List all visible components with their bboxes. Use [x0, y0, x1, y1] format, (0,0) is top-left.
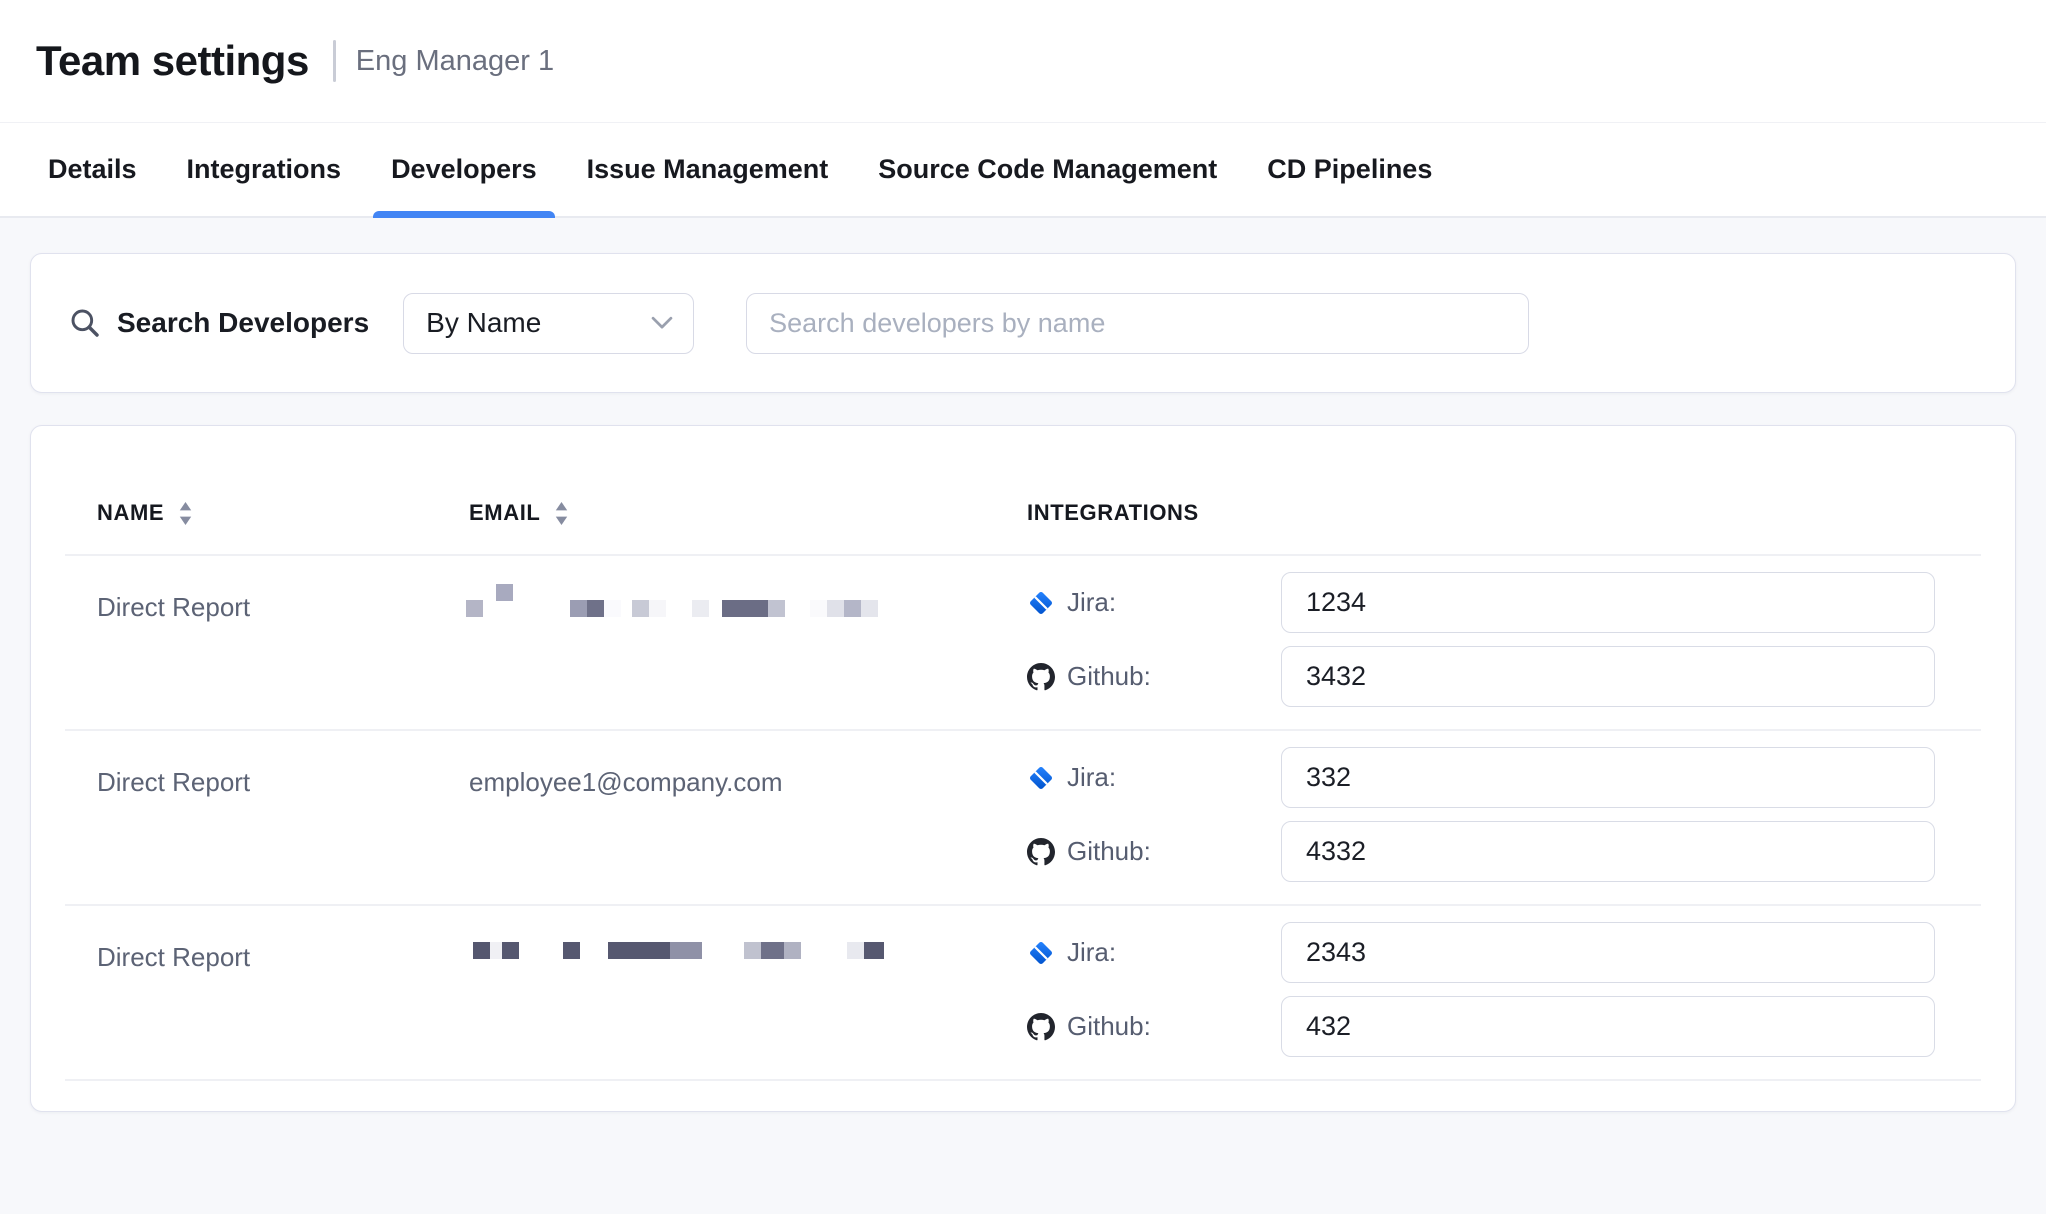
search-icon: [69, 307, 101, 339]
top-bar: Team settings Eng Manager 1 Details Inte…: [0, 0, 2046, 218]
jira-label: Jira:: [1027, 762, 1281, 793]
github-label-text: Github:: [1067, 836, 1151, 867]
tab-developers[interactable]: Developers: [373, 123, 555, 216]
tab-issue-management[interactable]: Issue Management: [569, 123, 847, 216]
developer-email: employee1@company.com: [469, 747, 1027, 882]
name-header-label: NAME: [97, 500, 164, 526]
search-developers-label: Search Developers: [69, 307, 369, 339]
github-icon: [1027, 663, 1055, 691]
github-id-input[interactable]: [1281, 821, 1935, 882]
search-input[interactable]: [746, 293, 1529, 354]
sort-icon[interactable]: [178, 501, 193, 526]
jira-icon: [1027, 939, 1055, 967]
tab-cd-pipelines[interactable]: CD Pipelines: [1249, 123, 1450, 216]
github-integration-row: Github:: [1027, 821, 1935, 882]
filter-select[interactable]: By Name: [403, 293, 694, 354]
github-icon: [1027, 838, 1055, 866]
tab-integrations[interactable]: Integrations: [169, 123, 360, 216]
jira-icon: [1027, 764, 1055, 792]
chevron-down-icon: [651, 316, 673, 330]
jira-integration-row: Jira:: [1027, 922, 1935, 983]
github-label: Github:: [1027, 836, 1281, 867]
column-header-email: EMAIL: [469, 500, 1027, 526]
jira-label-text: Jira:: [1067, 762, 1116, 793]
filter-selected-value: By Name: [426, 307, 541, 339]
page-title: Team settings: [36, 37, 309, 85]
jira-integration-row: Jira:: [1027, 572, 1935, 633]
integrations-cell: Jira: Github:: [1027, 747, 1935, 882]
github-label-text: Github:: [1067, 661, 1151, 692]
developer-name: Direct Report: [97, 922, 469, 1057]
github-id-input[interactable]: [1281, 996, 1935, 1057]
table-row: Direct Report: [31, 556, 2015, 729]
jira-label: Jira:: [1027, 937, 1281, 968]
email-header-label: EMAIL: [469, 500, 540, 526]
search-card: Search Developers By Name: [30, 253, 2016, 393]
table-row: Direct Report: [31, 906, 2015, 1079]
jira-id-input[interactable]: [1281, 572, 1935, 633]
developer-name: Direct Report: [97, 747, 469, 882]
integrations-cell: Jira: Github:: [1027, 922, 1935, 1057]
search-label-text: Search Developers: [117, 307, 369, 339]
jira-label-text: Jira:: [1067, 937, 1116, 968]
sort-icon[interactable]: [554, 501, 569, 526]
table-row: Direct Report employee1@company.com: [31, 731, 2015, 904]
github-integration-row: Github:: [1027, 996, 1935, 1057]
integrations-cell: Jira: Github:: [1027, 572, 1935, 707]
jira-integration-row: Jira:: [1027, 747, 1935, 808]
integrations-header-label: INTEGRATIONS: [1027, 500, 1199, 526]
jira-label: Jira:: [1027, 587, 1281, 618]
github-id-input[interactable]: [1281, 646, 1935, 707]
github-label: Github:: [1027, 1011, 1281, 1042]
jira-id-input[interactable]: [1281, 747, 1935, 808]
developer-name: Direct Report: [97, 572, 469, 707]
redacted-email-blocks: [469, 934, 1027, 974]
developer-email-redacted: [469, 572, 1027, 707]
github-label: Github:: [1027, 661, 1281, 692]
developer-email-redacted: [469, 922, 1027, 1057]
column-header-name: NAME: [97, 500, 469, 526]
jira-id-input[interactable]: [1281, 922, 1935, 983]
developers-table: NAME EMAIL INTEGRA: [30, 425, 2016, 1112]
team-settings-page: Team settings Eng Manager 1 Details Inte…: [0, 0, 2046, 1214]
github-label-text: Github:: [1067, 1011, 1151, 1042]
title-row: Team settings Eng Manager 1: [0, 0, 2046, 123]
tab-details[interactable]: Details: [30, 123, 155, 216]
row-divider: [65, 1079, 1981, 1081]
redacted-email-blocks: [469, 584, 1027, 624]
github-icon: [1027, 1013, 1055, 1041]
main-content: Search Developers By Name NAME: [0, 218, 2046, 1112]
github-integration-row: Github:: [1027, 646, 1935, 707]
tab-source-code-management[interactable]: Source Code Management: [860, 123, 1235, 216]
jira-icon: [1027, 589, 1055, 617]
tab-bar: Details Integrations Developers Issue Ma…: [0, 123, 2046, 218]
jira-label-text: Jira:: [1067, 587, 1116, 618]
table-header-row: NAME EMAIL INTEGRA: [31, 426, 2015, 554]
column-header-integrations: INTEGRATIONS: [1027, 500, 1935, 526]
team-name: Eng Manager 1: [356, 45, 554, 78]
title-separator: [333, 40, 336, 82]
